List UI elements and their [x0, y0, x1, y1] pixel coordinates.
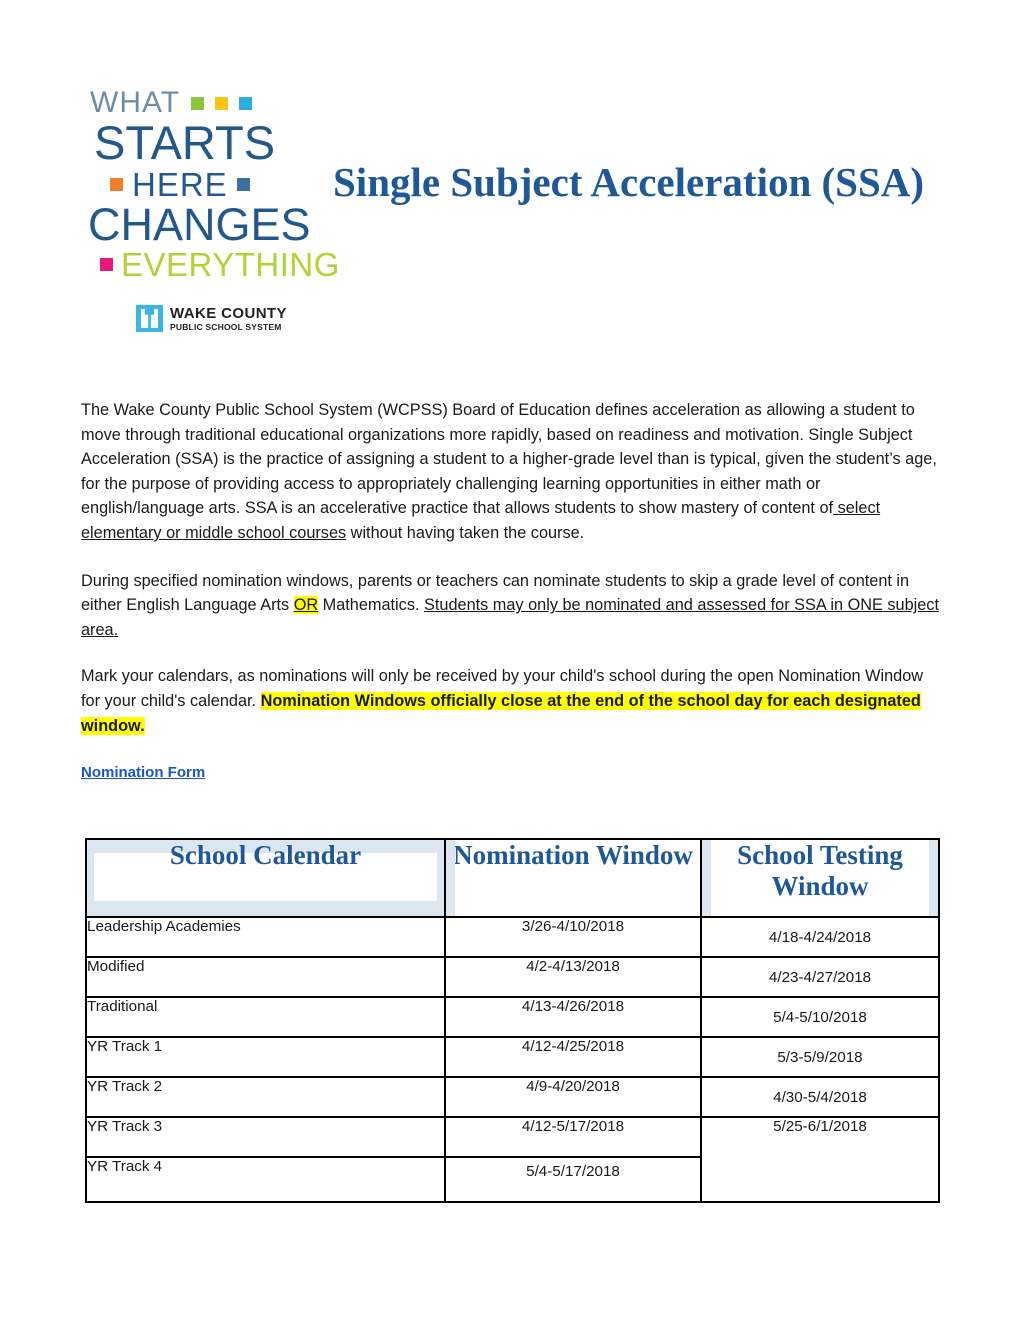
- cell-nomination-window: 4/12-5/17/2018: [444, 1116, 702, 1158]
- table-header-row: School Calendar Nomination Window School…: [85, 838, 940, 918]
- document-body: The Wake County Public School System (WC…: [81, 398, 945, 782]
- logo-word-what: WHAT: [90, 86, 181, 119]
- wcpss-org-name: WAKE COUNTY: [170, 304, 287, 322]
- cell-nomination-window: 4/13-4/26/2018: [444, 996, 702, 1038]
- logo-line-everything: EVERYTHING: [100, 248, 339, 281]
- cell-calendar: YR Track 2: [85, 1076, 446, 1118]
- table-row: YR Track 1 4/12-4/25/2018 5/3-5/9/2018: [85, 1036, 940, 1078]
- logo-square-blue-icon: [236, 178, 250, 191]
- cell-calendar: Traditional: [85, 996, 446, 1038]
- wcpss-district-logo: WAKE COUNTY PUBLIC SCHOOL SYSTEM: [136, 305, 318, 332]
- paragraph-definition: The Wake County Public School System (WC…: [81, 398, 945, 546]
- column-header-nomination-window-label: Nomination Window: [453, 840, 693, 870]
- wcpss-shield-icon: [136, 305, 163, 332]
- column-header-school-testing-window-label: School Testing Window: [737, 840, 903, 902]
- table-row: Traditional 4/13-4/26/2018 5/4-5/10/2018: [85, 996, 940, 1038]
- wcpss-logo-text: WAKE COUNTY PUBLIC SCHOOL SYSTEM: [170, 306, 287, 332]
- page-title: Single Subject Acceleration (SSA): [333, 159, 925, 205]
- table-row: YR Track 2 4/9-4/20/2018 4/30-5/4/2018: [85, 1076, 940, 1118]
- table-row: YR Track 3 4/12-5/17/2018 5/25-6/1/2018: [85, 1116, 940, 1203]
- cell-calendar: YR Track 4: [85, 1156, 446, 1203]
- nomination-windows-table: School Calendar Nomination Window School…: [85, 838, 940, 1203]
- paragraph-nomination-windows: During specified nomination windows, par…: [81, 569, 945, 643]
- column-header-school-calendar: School Calendar: [85, 838, 446, 918]
- logo-square-yellow-icon: [215, 96, 229, 110]
- cell-nomination-window: 5/4-5/17/2018: [444, 1156, 702, 1203]
- cell-testing-window: 5/3-5/9/2018: [700, 1036, 940, 1078]
- cell-calendar: YR Track 3: [85, 1116, 446, 1158]
- logo-square-orange-icon: [110, 178, 123, 191]
- highlighted-or: OR: [293, 596, 319, 615]
- table-row: Modified 4/2-4/13/2018 4/23-4/27/2018: [85, 956, 940, 998]
- cell-nomination-window: 4/9-4/20/2018: [444, 1076, 702, 1118]
- wcpss-org-subtitle: PUBLIC SCHOOL SYSTEM: [170, 321, 282, 332]
- cell-testing-window-merged: 5/25-6/1/2018: [700, 1116, 940, 1203]
- cell-calendar: YR Track 1: [85, 1036, 446, 1078]
- wcpss-campaign-logo: WHAT STARTS HERE CHANGES EVERYTHING WAKE…: [88, 88, 339, 332]
- table-row: Leadership Academies 3/26-4/10/2018 4/18…: [85, 916, 940, 958]
- logo-line-here: HERE: [110, 168, 318, 201]
- cell-testing-window: 4/30-5/4/2018: [700, 1076, 940, 1118]
- cell-calendar: Leadership Academies: [85, 916, 446, 958]
- logo-line-changes: CHANGES: [88, 202, 318, 247]
- column-header-nomination-window: Nomination Window: [444, 838, 702, 918]
- cell-testing-window: 5/4-5/10/2018: [700, 996, 940, 1038]
- document-header: WHAT STARTS HERE CHANGES EVERYTHING WAKE…: [0, 0, 1020, 340]
- cell-nomination-window: 3/26-4/10/2018: [444, 916, 702, 958]
- column-header-school-testing-window: School Testing Window: [700, 838, 940, 918]
- cell-testing-window: 4/18-4/24/2018: [700, 916, 940, 958]
- cell-calendar: Modified: [85, 956, 446, 998]
- paragraph-definition-text-b: without having taken the course.: [346, 523, 585, 542]
- logo-word-everything: EVERYTHING: [121, 246, 340, 283]
- cell-nomination-window: 4/2-4/13/2018: [444, 956, 702, 998]
- paragraph-definition-text-a: The Wake County Public School System (WC…: [81, 401, 937, 518]
- nomination-windows-table-container: School Calendar Nomination Window School…: [85, 838, 940, 1203]
- logo-word-starts: STARTS: [94, 116, 276, 169]
- logo-square-pink-icon: [100, 258, 113, 271]
- column-header-school-calendar-label: School Calendar: [169, 840, 362, 870]
- cell-nomination-window: 4/12-4/25/2018: [444, 1036, 702, 1078]
- logo-square-cyan-icon: [239, 96, 253, 110]
- cell-testing-window: 4/23-4/27/2018: [700, 956, 940, 998]
- paragraph-nomination-text-b: Mathematics.: [318, 596, 425, 615]
- logo-line-what: WHAT: [90, 88, 318, 118]
- logo-line-starts: STARTS: [94, 119, 318, 166]
- logo-word-changes: CHANGES: [88, 199, 311, 250]
- nomination-form-link[interactable]: Nomination Form: [81, 764, 205, 781]
- logo-word-here: HERE: [132, 166, 228, 203]
- paragraph-mark-calendars: Mark your calendars, as nominations will…: [81, 664, 945, 738]
- logo-square-green-icon: [191, 96, 205, 110]
